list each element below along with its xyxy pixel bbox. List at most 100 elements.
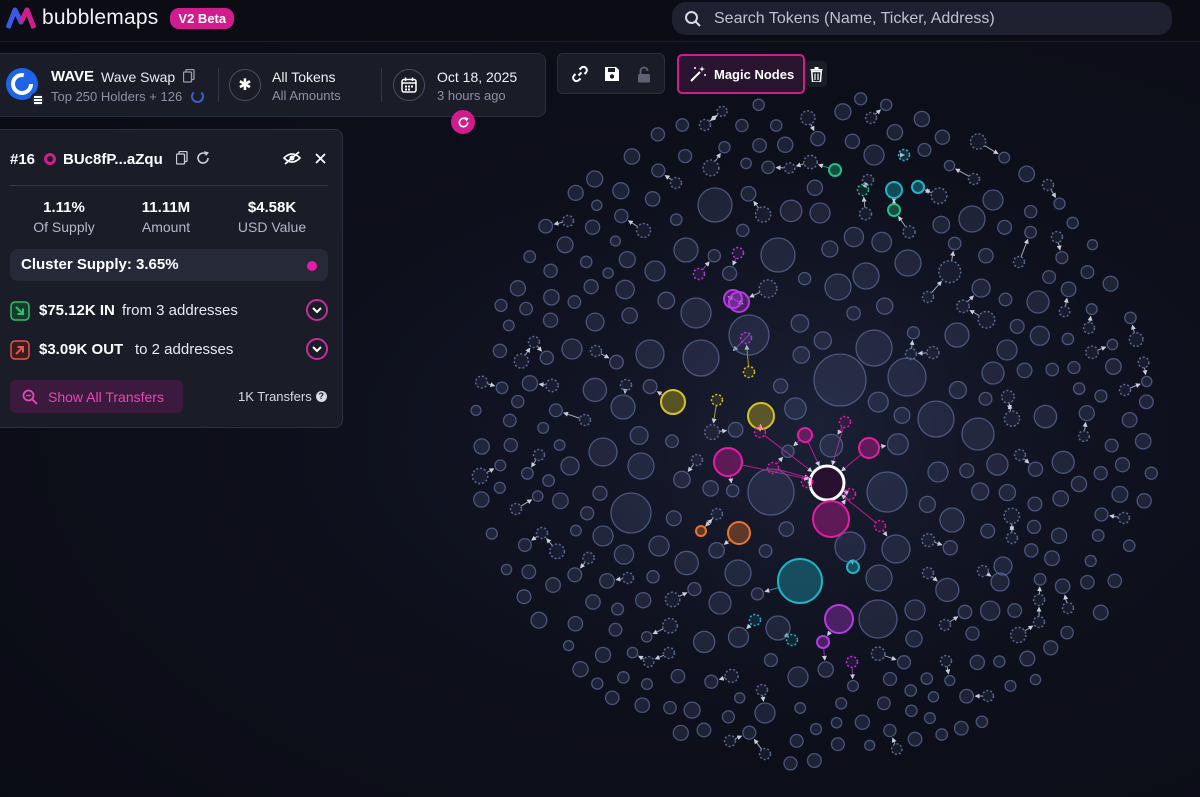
holder-bubble[interactable] bbox=[806, 752, 822, 769]
holder-bubble[interactable] bbox=[789, 733, 804, 748]
holder-bubble[interactable] bbox=[532, 448, 546, 462]
holder-bubble[interactable] bbox=[979, 600, 1001, 621]
holder-bubble[interactable] bbox=[635, 339, 665, 369]
holder-bubble[interactable] bbox=[674, 550, 699, 576]
holder-bubble[interactable] bbox=[993, 655, 1006, 668]
holder-bubble[interactable] bbox=[1050, 230, 1064, 244]
holder-bubble[interactable] bbox=[1023, 204, 1038, 219]
holder-bubble[interactable] bbox=[516, 589, 532, 605]
holder-bubble[interactable] bbox=[560, 456, 580, 476]
holder-bubble[interactable] bbox=[808, 464, 846, 502]
holder-bubble[interactable] bbox=[615, 279, 635, 300]
chevron-down-icon[interactable] bbox=[306, 338, 328, 360]
holder-bubble[interactable] bbox=[824, 273, 852, 301]
holder-bubble[interactable] bbox=[944, 674, 956, 687]
holder-bubble[interactable] bbox=[690, 453, 704, 467]
holder-bubble[interactable] bbox=[809, 202, 831, 224]
holder-bubble[interactable] bbox=[1032, 615, 1046, 629]
holder-bubble[interactable] bbox=[824, 604, 854, 634]
holder-bubble[interactable] bbox=[969, 133, 987, 150]
holder-bubble[interactable] bbox=[864, 739, 876, 751]
holder-bubble[interactable] bbox=[648, 535, 670, 557]
chevron-down-icon[interactable] bbox=[306, 299, 328, 321]
holder-bubble[interactable] bbox=[971, 482, 990, 501]
holder-bubble[interactable] bbox=[657, 291, 676, 310]
holder-bubble[interactable] bbox=[1009, 318, 1025, 334]
holder-bubble[interactable] bbox=[1072, 382, 1086, 395]
holder-bubble[interactable] bbox=[961, 417, 995, 451]
holder-bubble[interactable] bbox=[750, 587, 765, 601]
holder-bubble[interactable] bbox=[650, 127, 666, 142]
holder-bubble[interactable] bbox=[947, 236, 962, 251]
holder-bubble[interactable] bbox=[542, 312, 559, 328]
holder-bubble[interactable] bbox=[777, 558, 823, 604]
holder-bubble[interactable] bbox=[591, 199, 603, 212]
holder-bubble[interactable] bbox=[665, 434, 679, 449]
refresh-icon[interactable] bbox=[451, 110, 475, 134]
holder-bubble[interactable] bbox=[905, 630, 923, 648]
holder-bubble[interactable] bbox=[981, 361, 1005, 385]
holder-bubble[interactable] bbox=[1050, 527, 1068, 545]
holder-bubble[interactable] bbox=[718, 140, 731, 154]
holder-bubble[interactable] bbox=[1138, 394, 1154, 410]
holder-bubble[interactable] bbox=[747, 468, 795, 516]
close-icon[interactable] bbox=[315, 153, 326, 164]
holder-bubble[interactable] bbox=[473, 438, 490, 455]
holder-bubble[interactable] bbox=[683, 701, 701, 719]
holder-bubble[interactable] bbox=[803, 154, 818, 170]
holder-bubble[interactable] bbox=[585, 312, 605, 332]
holder-bubble[interactable] bbox=[610, 492, 652, 534]
holder-bubble[interactable] bbox=[1033, 404, 1058, 429]
holder-bubble[interactable] bbox=[1026, 290, 1050, 314]
calendar-icon[interactable] bbox=[393, 69, 425, 101]
holder-bubble[interactable] bbox=[846, 560, 860, 574]
holder-bubble[interactable] bbox=[887, 357, 927, 397]
holder-bubble[interactable] bbox=[755, 683, 769, 697]
holder-bubble[interactable] bbox=[710, 507, 724, 521]
holder-bubble[interactable] bbox=[539, 350, 555, 366]
holder-bubble[interactable] bbox=[776, 136, 794, 154]
holder-bubble[interactable] bbox=[1121, 411, 1138, 428]
holder-bubble[interactable] bbox=[473, 491, 490, 508]
holder-bubble[interactable] bbox=[800, 475, 814, 489]
holder-bubble[interactable] bbox=[855, 329, 893, 367]
holder-bubble[interactable] bbox=[494, 459, 507, 472]
holder-bubble[interactable] bbox=[503, 437, 519, 453]
holder-bubble[interactable] bbox=[828, 163, 842, 177]
holder-bubble[interactable] bbox=[957, 604, 973, 620]
holder-bubble[interactable] bbox=[614, 208, 629, 224]
holder-bubble[interactable] bbox=[902, 225, 916, 239]
holder-bubble[interactable] bbox=[642, 655, 655, 668]
holder-bubble[interactable] bbox=[1060, 625, 1074, 640]
holder-bubble[interactable] bbox=[981, 689, 995, 703]
holder-bubble[interactable] bbox=[708, 541, 725, 559]
holder-bubble[interactable] bbox=[882, 671, 898, 687]
holder-bubble[interactable] bbox=[692, 630, 716, 654]
holder-bubble[interactable] bbox=[1086, 239, 1099, 251]
holder-bubble[interactable] bbox=[698, 118, 712, 132]
holder-bubble[interactable] bbox=[977, 310, 996, 329]
holder-bubble[interactable] bbox=[1027, 461, 1044, 477]
holder-bubble[interactable] bbox=[1061, 332, 1075, 346]
holder-bubble[interactable] bbox=[790, 314, 810, 333]
holder-bubble[interactable] bbox=[619, 378, 633, 392]
holder-bubble[interactable] bbox=[865, 564, 893, 592]
holder-bubble[interactable] bbox=[591, 677, 604, 690]
holder-bubble[interactable] bbox=[710, 393, 724, 407]
holder-bubble[interactable] bbox=[819, 433, 844, 458]
holder-bubble[interactable] bbox=[586, 170, 604, 188]
holder-bubble[interactable] bbox=[1024, 543, 1039, 558]
holder-bubble[interactable] bbox=[1080, 574, 1095, 590]
holder-bubble[interactable] bbox=[621, 307, 639, 324]
holder-bubble[interactable] bbox=[673, 470, 691, 489]
holder-bubble[interactable] bbox=[879, 98, 893, 112]
holder-bubble[interactable] bbox=[800, 110, 816, 126]
holder-bubble[interactable] bbox=[1067, 360, 1081, 375]
holder-bubble[interactable] bbox=[692, 267, 706, 281]
holder-bubble[interactable] bbox=[471, 467, 489, 485]
external-link-icon[interactable] bbox=[196, 151, 210, 165]
holder-bubble[interactable] bbox=[721, 710, 736, 724]
holder-bubble[interactable] bbox=[1094, 507, 1109, 522]
holder-address[interactable]: BUc8fP...aZqu bbox=[63, 151, 163, 168]
holder-bubble[interactable] bbox=[975, 715, 989, 729]
